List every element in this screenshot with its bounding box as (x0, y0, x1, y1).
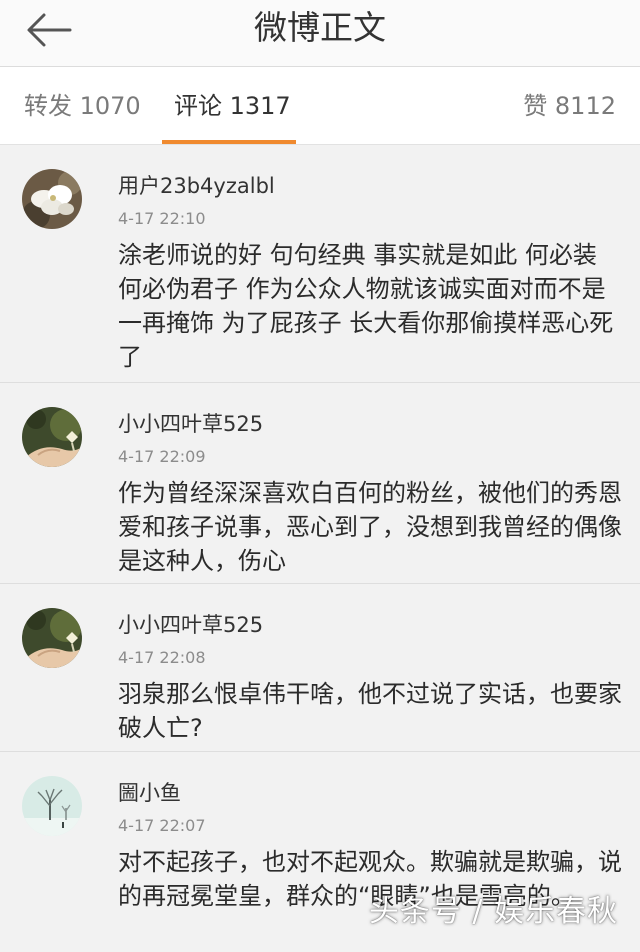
comment-username[interactable]: 圌小鱼 (118, 779, 181, 807)
tab-comments[interactable]: 评论 1317 (174, 91, 291, 121)
tab-bar: 转发 1070 评论 1317 赞 8112 (0, 67, 640, 145)
page-title: 微博正文 (254, 8, 386, 47)
hand-clover-avatar-icon[interactable] (22, 407, 82, 467)
comment-username[interactable]: 小小四叶草525 (118, 611, 263, 639)
hand-clover-avatar-icon[interactable] (22, 608, 82, 668)
comment-item: 小小四叶草525 4-17 22:09 作为曾经深深喜欢白百何的粉丝，被他们的秀… (0, 383, 640, 584)
comment-text: 作为曾经深深喜欢白百何的粉丝，被他们的秀恩爱和孩子说事，恶心到了，没想到我曾经的… (118, 479, 622, 575)
active-tab-indicator (162, 140, 296, 144)
tab-likes[interactable]: 赞 8112 (523, 91, 616, 121)
comment-list: 用户23b4yzalbl 4-17 22:10 涂老师说的好 句句经典 事实就是… (0, 145, 640, 952)
comment-item: 小小四叶草525 4-17 22:08 羽泉那么恨卓伟干啥，他不过说了实话，也要… (0, 584, 640, 752)
comment-username[interactable]: 用户23b4yzalbl (118, 172, 275, 200)
tab-repost[interactable]: 转发 1070 (24, 91, 141, 121)
comment-item: 用户23b4yzalbl 4-17 22:10 涂老师说的好 句句经典 事实就是… (0, 145, 640, 383)
comment-time: 4-17 22:09 (118, 447, 206, 466)
comment-text: 涂老师说的好 句句经典 事实就是如此 何必装 何必伪君子 作为公众人物就该诚实面… (118, 241, 614, 371)
comment-time: 4-17 22:10 (118, 209, 206, 228)
comment-time: 4-17 22:07 (118, 816, 206, 835)
comment-username[interactable]: 小小四叶草525 (118, 410, 263, 438)
flower-avatar-icon[interactable] (22, 169, 82, 229)
watermark: 头条号 / 娱乐春秋 (368, 894, 618, 929)
comment-time: 4-17 22:08 (118, 648, 206, 667)
top-bar: 微博正文 (0, 0, 640, 67)
winter-tree-avatar-icon[interactable] (22, 776, 82, 836)
comment-text: 羽泉那么恨卓伟干啥，他不过说了实话，也要家破人亡? (118, 680, 622, 742)
